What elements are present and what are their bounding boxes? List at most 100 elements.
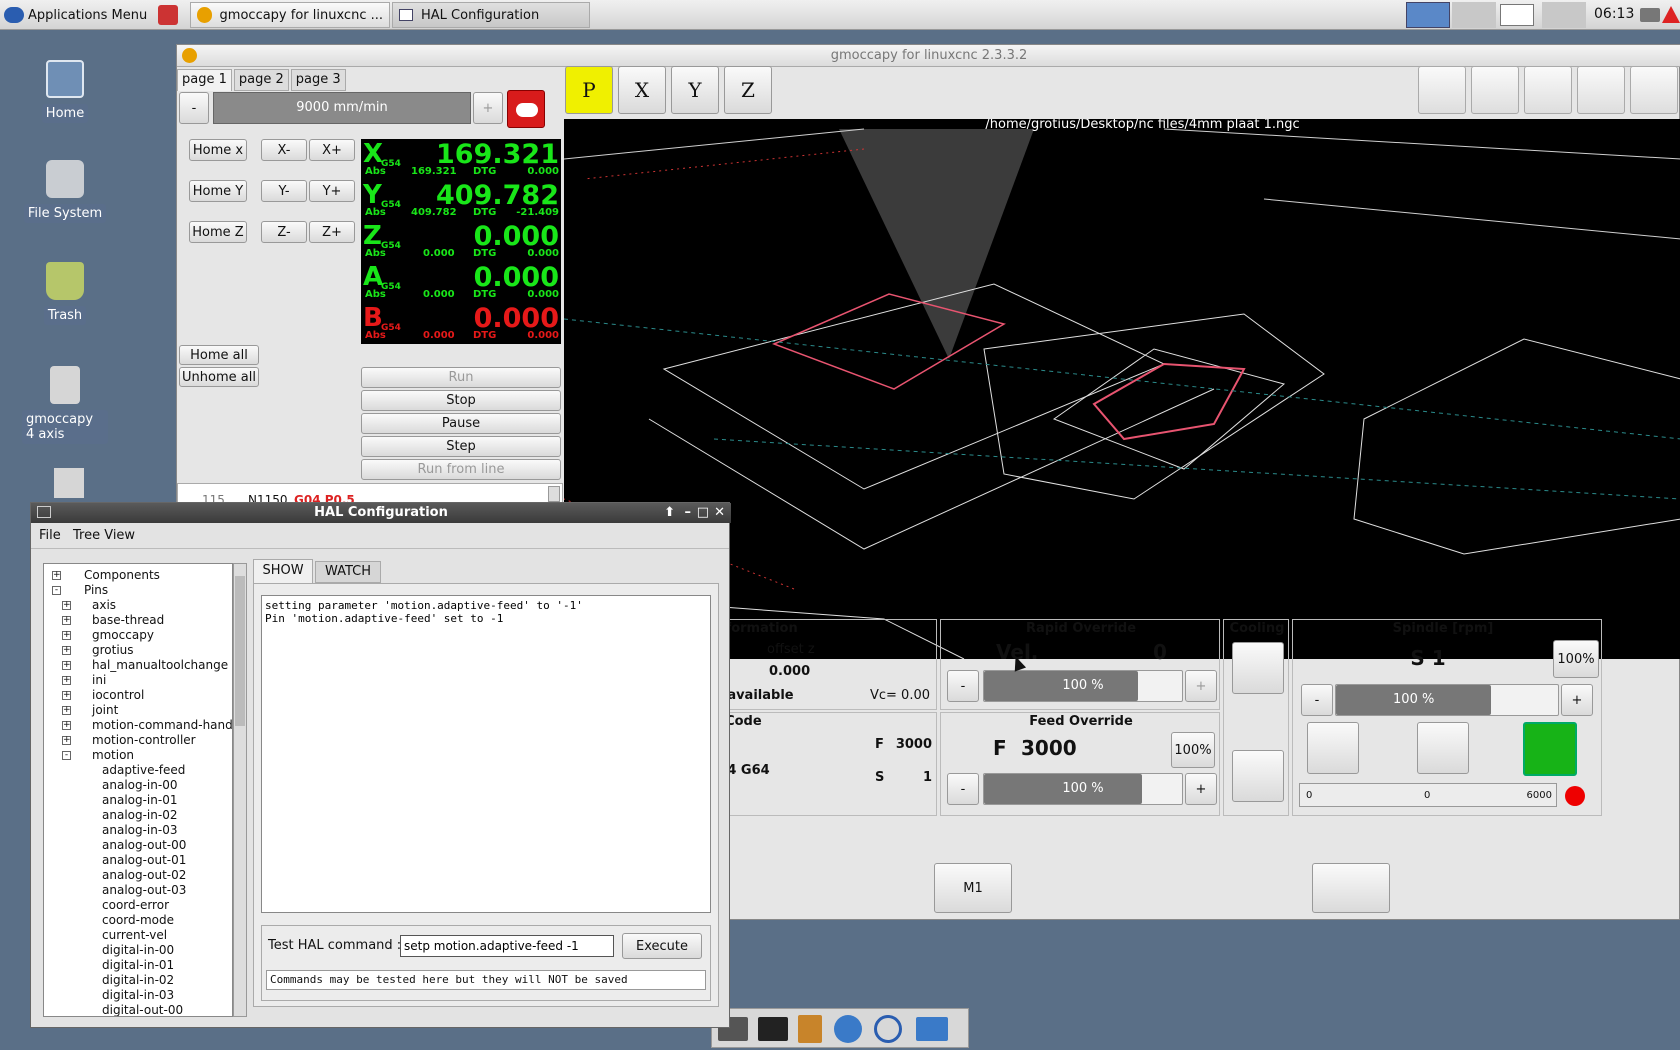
- tree-item[interactable]: coord-mode: [102, 913, 174, 928]
- tab-page-1[interactable]: page 1: [177, 69, 232, 91]
- jog-velocity-plus[interactable]: +: [473, 92, 503, 124]
- home-all-button[interactable]: Home all: [179, 345, 259, 365]
- close-icon[interactable]: ✕: [714, 503, 725, 523]
- tree-item[interactable]: digital-in-01: [102, 958, 174, 973]
- tree-item[interactable]: grotius: [92, 643, 134, 658]
- view-y-button[interactable]: Y: [671, 66, 719, 114]
- tree-scrollbar[interactable]: [233, 563, 247, 1017]
- clock[interactable]: 06:13: [1594, 6, 1634, 22]
- expand-icon[interactable]: +: [62, 646, 71, 655]
- fullscreen-icon[interactable]: [1312, 863, 1390, 913]
- tab-show[interactable]: SHOW: [253, 559, 313, 583]
- mist-coolant-icon[interactable]: [1232, 750, 1284, 802]
- jog-velocity-slider[interactable]: 9000 mm/min: [213, 92, 471, 124]
- menu-file[interactable]: File: [39, 528, 61, 543]
- spindle-cw-icon[interactable]: [1523, 722, 1577, 776]
- keep-above-icon[interactable]: ⬆: [664, 503, 675, 523]
- step-button[interactable]: Step: [361, 436, 561, 457]
- jog-y-minus[interactable]: Y-: [261, 180, 307, 202]
- tree-item[interactable]: hal_manualtoolchange: [92, 658, 228, 673]
- network-icon[interactable]: [1640, 8, 1660, 22]
- run-button[interactable]: Run: [361, 367, 561, 388]
- applications-menu[interactable]: Applications Menu: [4, 3, 147, 27]
- jog-x-plus[interactable]: X+: [309, 139, 355, 161]
- taskbar-window-hal[interactable]: HAL Configuration: [392, 2, 590, 28]
- workspace-1[interactable]: [1406, 2, 1450, 28]
- test-command-input[interactable]: [400, 935, 614, 957]
- tree-item[interactable]: analog-in-01: [102, 793, 177, 808]
- tree-item[interactable]: motion-controller: [92, 733, 196, 748]
- logout-icon[interactable]: [158, 5, 178, 25]
- tree-item[interactable]: analog-out-01: [102, 853, 186, 868]
- stop-button[interactable]: Stop: [361, 390, 561, 411]
- tree-item[interactable]: analog-in-00: [102, 778, 177, 793]
- tree-item[interactable]: current-vel: [102, 928, 167, 943]
- tree-item[interactable]: motion-command-handler: [92, 718, 232, 733]
- feed-override-reset[interactable]: 100%: [1171, 732, 1215, 768]
- desktop-icon-home[interactable]: Home: [22, 60, 108, 123]
- hal-output-text[interactable]: [261, 595, 711, 913]
- tree-item[interactable]: analog-out-02: [102, 868, 186, 883]
- tree-item[interactable]: digital-in-03: [102, 988, 174, 1003]
- tree-item[interactable]: digital-in-00: [102, 943, 174, 958]
- view-perspective-button[interactable]: P: [565, 66, 613, 114]
- expand-icon[interactable]: +: [62, 616, 71, 625]
- spindle-stop-icon[interactable]: [1417, 722, 1469, 774]
- tab-page-3[interactable]: page 3: [290, 69, 346, 91]
- spindle-override-minus[interactable]: -: [1301, 684, 1333, 716]
- scroll-up-icon[interactable]: [548, 486, 560, 502]
- rapid-override-minus[interactable]: -: [947, 670, 979, 702]
- home-z-button[interactable]: Home Z: [189, 221, 247, 243]
- expand-icon[interactable]: +: [62, 706, 71, 715]
- collapse-icon[interactable]: -: [62, 751, 71, 760]
- spindle-ccw-icon[interactable]: [1307, 722, 1359, 774]
- jog-velocity-minus[interactable]: -: [179, 92, 209, 124]
- notes-icon[interactable]: [1500, 4, 1534, 26]
- expand-icon[interactable]: +: [62, 631, 71, 640]
- collapse-icon[interactable]: -: [52, 586, 61, 595]
- jog-x-minus[interactable]: X-: [261, 139, 307, 161]
- tree-item[interactable]: axis: [92, 598, 116, 613]
- tree-item[interactable]: digital-in-02: [102, 973, 174, 988]
- dimensions-icon[interactable]: [1524, 66, 1572, 114]
- feed-override-plus[interactable]: +: [1185, 773, 1217, 805]
- warning-icon[interactable]: [1662, 6, 1680, 23]
- gcode-preview[interactable]: /home/grotius/Desktop/nc files/4mm plaat…: [564, 119, 1680, 659]
- document-icon[interactable]: [54, 468, 84, 498]
- tree-item[interactable]: motion: [92, 748, 134, 763]
- tree-item[interactable]: base-thread: [92, 613, 164, 628]
- hal-tree[interactable]: Components + Pins - axis + base-thread + gmoccap…: [43, 563, 233, 1017]
- workspace-4[interactable]: [1542, 2, 1586, 28]
- m1-button[interactable]: M1: [934, 863, 1012, 913]
- jog-z-minus[interactable]: Z-: [261, 221, 307, 243]
- expand-icon[interactable]: +: [62, 691, 71, 700]
- execute-button[interactable]: Execute: [622, 933, 702, 959]
- view-x-button[interactable]: X: [618, 66, 666, 114]
- tree-item[interactable]: Components: [84, 568, 160, 583]
- tree-item[interactable]: analog-out-00: [102, 838, 186, 853]
- workspace-2[interactable]: [1452, 2, 1496, 28]
- zoom-in-icon[interactable]: [1418, 66, 1466, 114]
- folder-icon[interactable]: [916, 1017, 948, 1041]
- rapid-override-slider[interactable]: 100 %: [983, 670, 1183, 702]
- taskbar-window-gmoccapy[interactable]: gmoccapy for linuxcnc ...: [190, 2, 390, 28]
- tree-item[interactable]: analog-out-03: [102, 883, 186, 898]
- turtle-rabbit-toggle[interactable]: [507, 90, 545, 128]
- expand-icon[interactable]: +: [52, 571, 61, 580]
- spindle-override-slider[interactable]: 100 %: [1335, 684, 1559, 716]
- tree-item[interactable]: joint: [92, 703, 118, 718]
- tree-item[interactable]: adaptive-feed: [102, 763, 185, 778]
- home-y-button[interactable]: Home Y: [189, 180, 247, 202]
- edit-icon[interactable]: [1577, 66, 1625, 114]
- tree-item[interactable]: analog-in-03: [102, 823, 177, 838]
- terminal-icon[interactable]: [758, 1017, 788, 1041]
- feed-override-slider[interactable]: 100 %: [983, 773, 1183, 805]
- web-browser-icon[interactable]: [834, 1015, 862, 1043]
- expand-icon[interactable]: +: [62, 721, 71, 730]
- tree-item[interactable]: analog-in-02: [102, 808, 177, 823]
- jog-z-plus[interactable]: Z+: [309, 221, 355, 243]
- run-from-line-button[interactable]: Run from line: [361, 459, 561, 480]
- flood-coolant-icon[interactable]: [1232, 642, 1284, 694]
- tree-item[interactable]: iocontrol: [92, 688, 144, 703]
- maximize-icon[interactable]: □: [697, 503, 709, 523]
